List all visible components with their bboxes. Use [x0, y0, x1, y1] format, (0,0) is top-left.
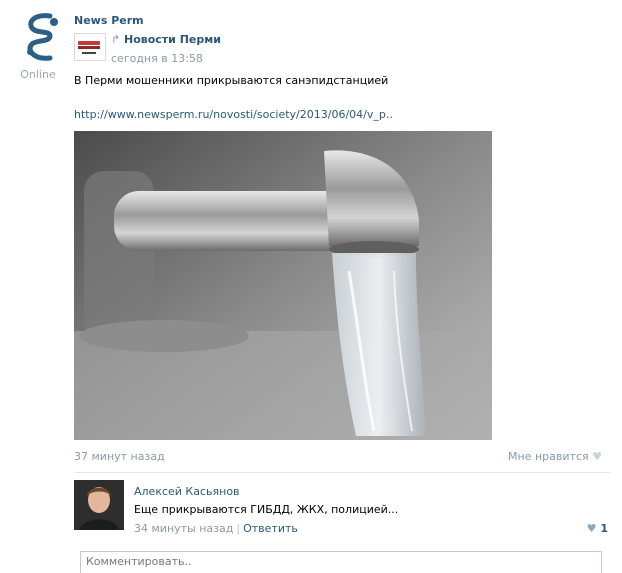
repost-source-avatar[interactable]	[74, 33, 106, 61]
separator: |	[236, 522, 241, 535]
online-status: Online	[20, 68, 56, 81]
comment-time[interactable]: 34 минуты назад	[134, 522, 233, 535]
heart-icon: ♥	[586, 522, 597, 535]
post-timestamp[interactable]: сегодня в 13:58	[111, 52, 203, 65]
like-label: Мне нравится	[508, 450, 589, 463]
reply-link[interactable]: Ответить	[243, 522, 298, 535]
post-time-ago[interactable]: 37 минут назад	[74, 450, 165, 463]
divider	[74, 472, 611, 473]
heart-icon: ♥	[592, 450, 602, 463]
post-author-name[interactable]: News Perm	[74, 14, 144, 27]
wall-post: Online News Perm ↱ Новости Перми сегодня…	[0, 0, 622, 573]
comment-text: Еще прикрываются ГИБДД, ЖКХ, полицией...	[134, 503, 399, 516]
comment-author-avatar[interactable]	[74, 480, 124, 530]
repost-arrow-icon: ↱	[111, 33, 121, 46]
like-button[interactable]: Мне нравится ♥	[508, 450, 602, 463]
post-text: В Перми мошенники прикрываются санэпидст…	[74, 74, 389, 87]
comment-like-button[interactable]: ♥ 1	[587, 522, 608, 535]
post-photo[interactable]	[74, 131, 492, 440]
author-avatar[interactable]	[20, 12, 64, 64]
comment-meta: 34 минуты назад | Ответить	[134, 522, 298, 535]
repost-source-name[interactable]: Новости Перми	[124, 33, 221, 46]
post-link[interactable]: http://www.newsperm.ru/novosti/society/2…	[74, 108, 393, 121]
comment-author-name[interactable]: Алексей Касьянов	[134, 485, 240, 498]
comment-like-count: 1	[600, 522, 608, 535]
